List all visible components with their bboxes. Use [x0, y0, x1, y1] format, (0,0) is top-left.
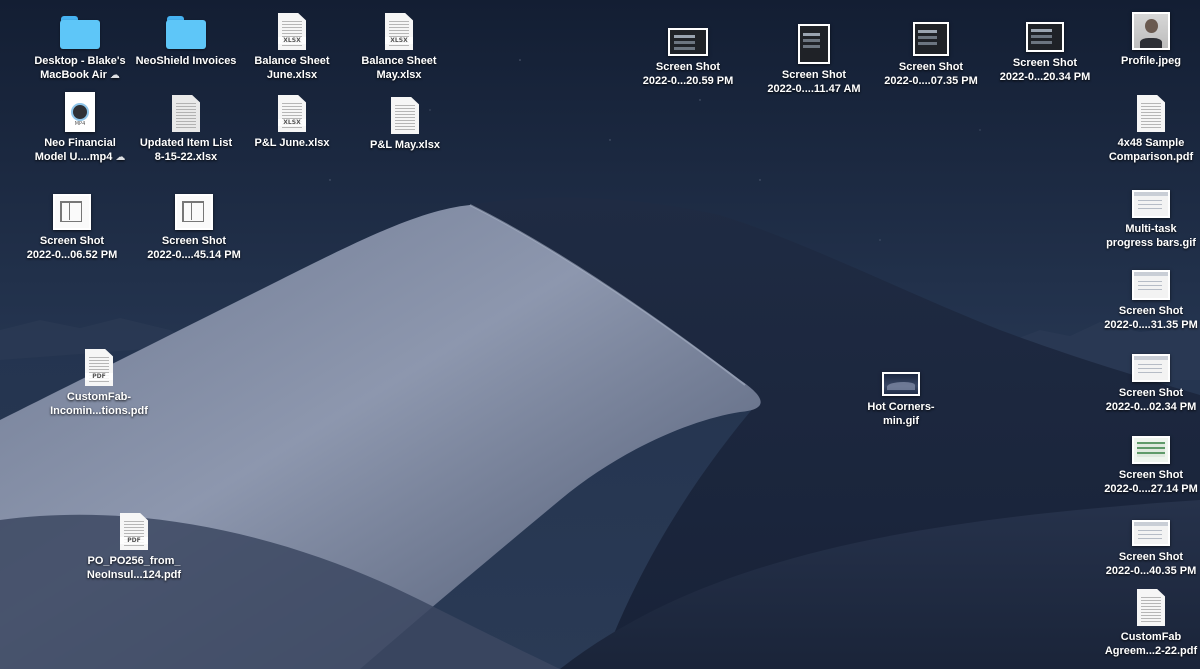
screenshot-0735-item[interactable]: Screen Shot 2022-0....07.35 PM [866, 14, 996, 88]
file-type-badge: MP4 [74, 121, 86, 127]
customfab-agreement-pdf-item[interactable]: CustomFab Agreem...2-22.pdf [1086, 584, 1200, 658]
folder-icon [60, 16, 100, 50]
icon-label: PO_PO256_from_ [87, 555, 181, 567]
icon-label: 2022-0...40.35 PM [1105, 565, 1197, 577]
icon-label: 2022-0....11.47 AM [767, 83, 861, 95]
icon-label: Balance Sheet [361, 55, 437, 67]
file-type-badge: XLSX [385, 37, 413, 44]
image-thumbnail-icon [1132, 190, 1170, 218]
pdf-document-icon [1137, 95, 1165, 132]
icon-label: Multi-task [1125, 223, 1177, 235]
image-thumbnail-icon [53, 194, 91, 230]
icon-label: Screen Shot [1118, 387, 1184, 399]
icon-label: Profile.jpeg [1121, 55, 1181, 67]
icon-label: Agreem...2-22.pdf [1104, 645, 1198, 657]
icon-label: 2022-0....45.14 PM [147, 249, 241, 261]
icon-label: Incomin...tions.pdf [50, 405, 148, 417]
xlsx-document-icon: XLSX [385, 13, 413, 50]
icon-label: 2022-0....27.14 PM [1104, 483, 1198, 495]
pl-june-item[interactable]: XLSX P&L June.xlsx [227, 90, 357, 150]
icon-label: Screen Shot [39, 235, 105, 247]
image-thumbnail-icon [1132, 436, 1170, 464]
xlsx-document-icon: XLSX [278, 95, 306, 132]
screenshot-3135-item[interactable]: Screen Shot 2022-0....31.35 PM [1086, 258, 1200, 332]
icon-label: P&L June.xlsx [254, 137, 330, 149]
icon-label: Screen Shot [1118, 551, 1184, 563]
icon-label: 2022-0...20.34 PM [999, 71, 1091, 83]
image-thumbnail-icon [913, 22, 949, 56]
multitask-gif-item[interactable]: Multi-task progress bars.gif [1086, 176, 1200, 250]
screenshot-0234-item[interactable]: Screen Shot 2022-0...02.34 PM [1086, 340, 1200, 414]
icon-label: 2022-0...02.34 PM [1105, 401, 1197, 413]
icon-label: 2022-0....31.35 PM [1104, 319, 1198, 331]
icon-label: Screen Shot [1118, 469, 1184, 481]
file-type-badge: XLSX [278, 37, 306, 44]
icon-label: 8-15-22.xlsx [154, 151, 218, 163]
pdf-document-icon: PDF [120, 513, 148, 550]
icon-label: 2022-0....07.35 PM [884, 75, 978, 87]
icon-label: CustomFab- [66, 391, 132, 403]
pl-may-item[interactable]: P&L May.xlsx [340, 92, 470, 152]
image-thumbnail-icon [175, 194, 213, 230]
image-thumbnail-icon [1132, 520, 1170, 546]
icon-label: 2022-0...20.59 PM [642, 75, 734, 87]
file-type-badge: XLSX [278, 119, 306, 126]
image-thumbnail-icon [1132, 12, 1170, 50]
icon-label: Screen Shot [161, 235, 227, 247]
balance-sheet-may-item[interactable]: XLSX Balance Sheet May.xlsx [334, 8, 464, 82]
image-thumbnail-icon [798, 24, 830, 64]
icon-label: Model U....mp4 [34, 151, 113, 163]
screenshot-4514-item[interactable]: Screen Shot 2022-0....45.14 PM [129, 188, 259, 262]
icon-label: progress bars.gif [1106, 237, 1196, 249]
icon-label: min.gif [882, 415, 920, 427]
icon-label: Screen Shot [898, 61, 964, 73]
folder-icon [166, 16, 206, 50]
icon-label: Screen Shot [781, 69, 847, 81]
pdf-document-icon: PDF [85, 349, 113, 386]
file-type-badge: PDF [120, 537, 148, 544]
icon-label: Hot Corners- [867, 401, 935, 413]
xlsx-document-icon [172, 95, 200, 132]
profile-jpeg-item[interactable]: Profile.jpeg [1086, 8, 1200, 68]
screenshot-4035-item[interactable]: Screen Shot 2022-0...40.35 PM [1086, 504, 1200, 578]
icon-label: NeoInsul...124.pdf [86, 569, 182, 581]
icon-label: CustomFab [1120, 631, 1182, 643]
desktop[interactable]: Desktop - Blake's MacBook Air ☁ NeoShield… [0, 0, 1200, 669]
image-thumbnail-icon [668, 28, 708, 56]
icon-label: P&L May.xlsx [370, 139, 440, 151]
po-pdf-item[interactable]: PDF PO_PO256_from_ NeoInsul...124.pdf [69, 508, 199, 582]
icon-label: MacBook Air [40, 69, 107, 81]
icon-label: Screen Shot [655, 61, 721, 73]
image-thumbnail-icon [882, 372, 920, 396]
screenshot-0652-item[interactable]: Screen Shot 2022-0...06.52 PM [7, 188, 137, 262]
screenshot-1147-item[interactable]: Screen Shot 2022-0....11.47 AM [749, 20, 879, 96]
pdf-document-icon [1137, 589, 1165, 626]
screenshot-2714-item[interactable]: Screen Shot 2022-0....27.14 PM [1086, 422, 1200, 496]
icon-label: Comparison.pdf [1108, 151, 1194, 163]
icon-label: 4x48 Sample [1117, 137, 1185, 149]
xlsx-document-icon: XLSX [278, 13, 306, 50]
icon-label: May.xlsx [376, 69, 422, 81]
xlsx-document-icon [391, 97, 419, 134]
icloud-icon: ☁ [109, 70, 120, 81]
screenshot-2059-item[interactable]: Screen Shot 2022-0...20.59 PM [623, 14, 753, 88]
hot-corners-gif-item[interactable]: Hot Corners- min.gif [836, 354, 966, 428]
icon-label: Screen Shot [1118, 305, 1184, 317]
icon-label: 2022-0...06.52 PM [26, 249, 118, 261]
video-file-icon: MP4 [65, 92, 95, 132]
customfab-incoming-pdf-item[interactable]: PDF CustomFab- Incomin...tions.pdf [34, 344, 164, 418]
sample-comparison-pdf-item[interactable]: 4x48 Sample Comparison.pdf [1086, 90, 1200, 164]
image-thumbnail-icon [1132, 270, 1170, 300]
image-thumbnail-icon [1132, 354, 1170, 382]
file-type-badge: PDF [85, 373, 113, 380]
image-thumbnail-icon [1026, 22, 1064, 52]
